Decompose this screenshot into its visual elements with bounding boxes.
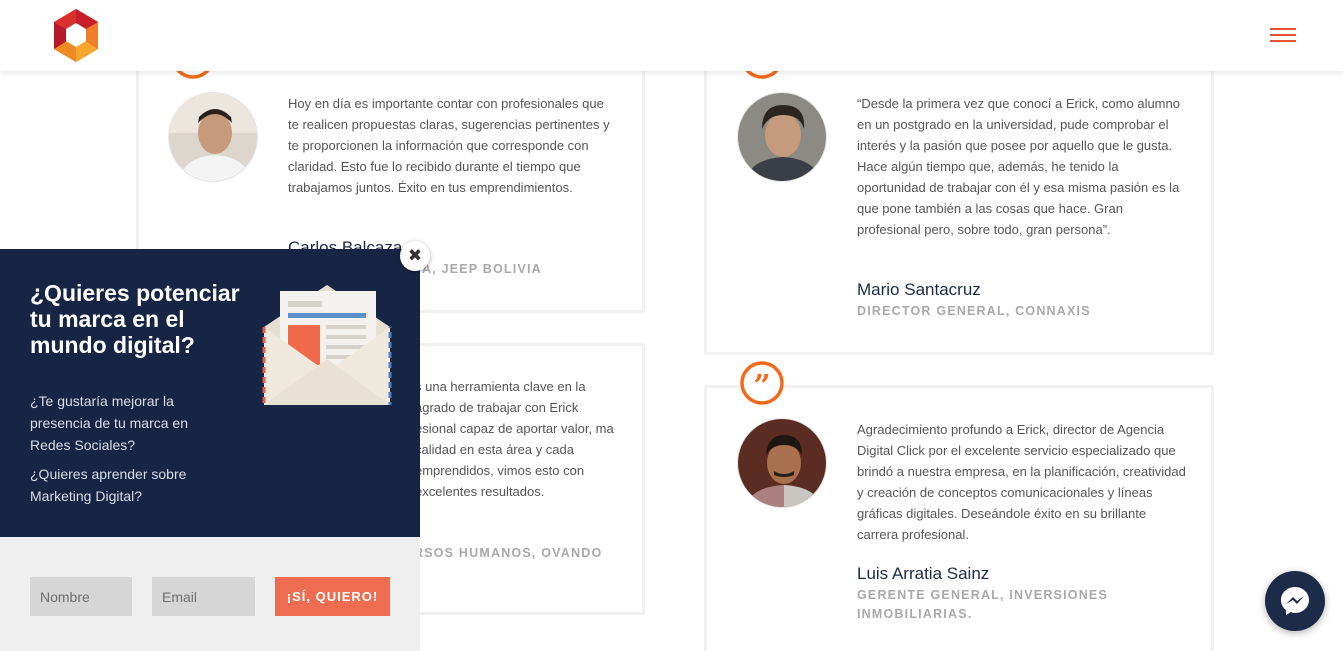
testimonial-role: GERENTE GENERAL, INVERSIONES INMOBILIARI…: [857, 588, 1108, 621]
testimonial-text: Agradecimiento profundo a Erick, directo…: [857, 422, 1186, 542]
testimonial-role: DIRECTOR GENERAL, CONNAXIS: [857, 304, 1091, 318]
hamburger-icon[interactable]: [1270, 28, 1296, 44]
testimonial-role: A, JEEP BOLIVIA: [422, 262, 542, 276]
svg-text:”: ”: [753, 369, 770, 404]
testimonial-role: RSOS HUMANOS, OVANDO: [414, 546, 603, 560]
hexagon-logo-icon[interactable]: [52, 9, 100, 63]
popup-question-2: ¿Quieres aprender sobre Marketing Digita…: [30, 466, 187, 504]
avatar: [168, 92, 258, 182]
messenger-icon: [1281, 587, 1309, 615]
quote-icon: ”: [740, 361, 784, 405]
name-field[interactable]: [30, 577, 132, 616]
popup-question-1: ¿Te gustaría mejorar la presencia de tu …: [30, 393, 188, 453]
envelope-icon: [262, 285, 392, 405]
testimonial-text: Hoy en día es importante contar con prof…: [288, 96, 610, 195]
newsletter-popup: ¿Quieres potenciar tu marca en el mundo …: [0, 241, 430, 651]
messenger-button[interactable]: [1265, 571, 1325, 631]
close-button[interactable]: ✖: [400, 241, 430, 271]
subscribe-button[interactable]: ¡SÍ, QUIERO!: [275, 577, 390, 616]
testimonial-name: Mario Santacruz: [857, 280, 981, 299]
popup-title: ¿Quieres potenciar tu marca en el mundo …: [30, 280, 240, 358]
testimonial-text: “Desde la primera vez que conocí a Erick…: [857, 96, 1180, 237]
testimonial-text: s una herramienta clave en la agrado de …: [415, 379, 614, 499]
page: ” Hoy en día es importante contar con pr…: [0, 0, 1343, 651]
avatar: [737, 92, 827, 182]
email-field[interactable]: [152, 577, 255, 616]
avatar: [737, 418, 827, 508]
site-header: [0, 0, 1343, 71]
testimonial-name: Luis Arratia Sainz: [857, 564, 990, 583]
